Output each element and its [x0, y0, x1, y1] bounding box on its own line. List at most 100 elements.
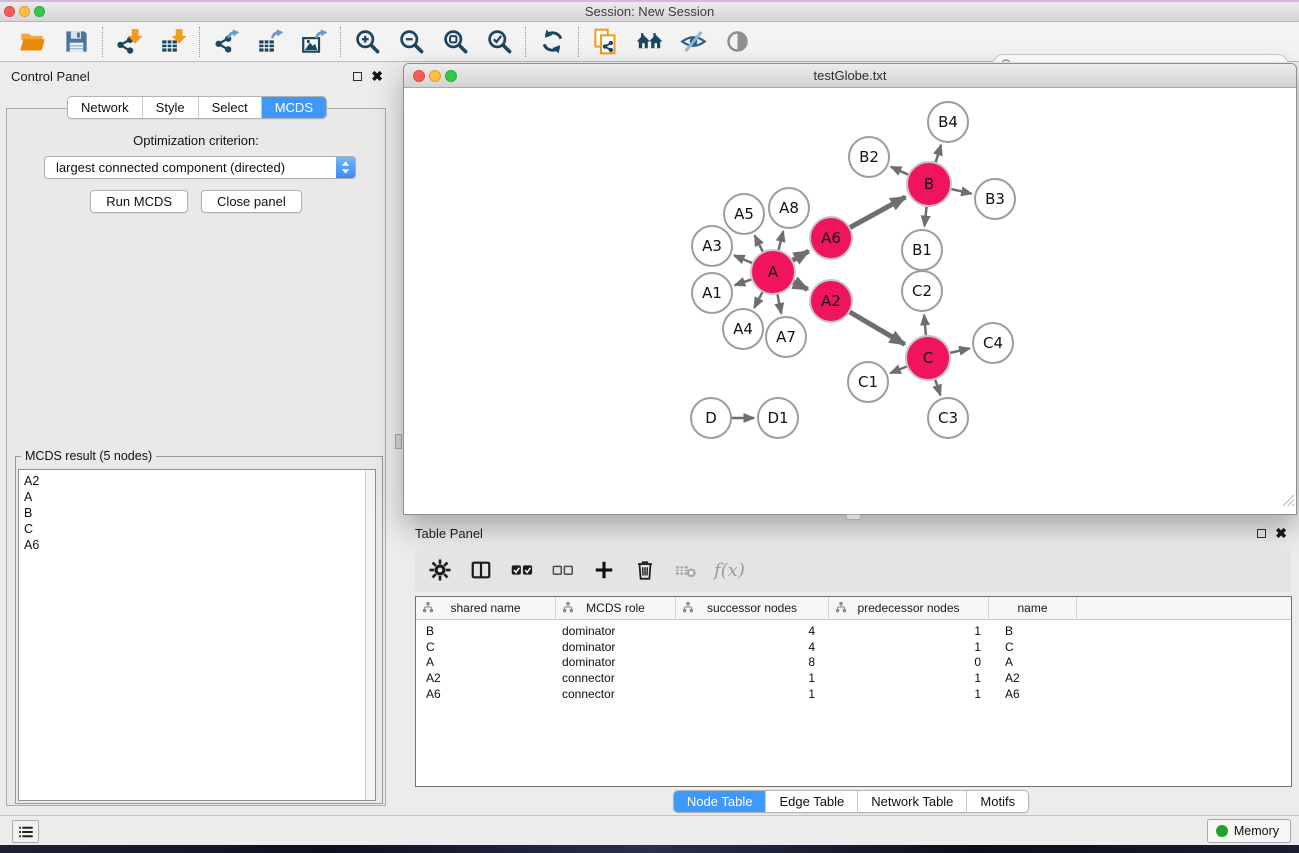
table-cell: 1: [829, 624, 989, 638]
zoom-fit-button[interactable]: [438, 26, 472, 58]
column-header-shared-name[interactable]: shared name: [416, 597, 556, 619]
import-table-button[interactable]: [156, 26, 190, 58]
graph-node-D[interactable]: D: [691, 398, 731, 438]
optimization-criterion-select[interactable]: largest connected component (directed): [44, 156, 356, 179]
graph-node-B2[interactable]: B2: [849, 137, 889, 177]
graph-node-C3[interactable]: C3: [928, 398, 968, 438]
table-row[interactable]: A2connector11A2: [416, 670, 1291, 686]
table-cell: dominator: [556, 655, 676, 669]
delete-column-button[interactable]: [632, 557, 658, 583]
export-image-button[interactable]: [297, 26, 331, 58]
graph-node-A2[interactable]: A2: [810, 280, 852, 322]
open-session-button[interactable]: [15, 26, 49, 58]
vertical-splitter-handle[interactable]: [395, 434, 402, 449]
tab-edge-table[interactable]: Edge Table: [765, 791, 857, 812]
graph-node-A[interactable]: A: [751, 250, 795, 294]
graph-node-C2[interactable]: C2: [902, 271, 942, 311]
import-network-button[interactable]: [112, 26, 146, 58]
run-mcds-button[interactable]: Run MCDS: [90, 190, 188, 213]
mcds-result-item: A: [24, 489, 370, 505]
tab-motifs[interactable]: Motifs: [966, 791, 1028, 812]
table-cell: 1: [676, 687, 829, 701]
hide-panels-button[interactable]: [676, 26, 710, 58]
zoom-out-button[interactable]: [394, 26, 428, 58]
graph-node-A7[interactable]: A7: [766, 317, 806, 357]
select-all-columns-button[interactable]: [509, 557, 535, 583]
mcds-result-item: A6: [24, 537, 370, 553]
table-cell: C: [416, 640, 556, 654]
svg-text:A2: A2: [821, 292, 841, 310]
svg-text:A4: A4: [733, 320, 753, 338]
show-panels-button[interactable]: [720, 26, 754, 58]
export-network-icon: [213, 28, 240, 55]
task-history-button[interactable]: [12, 820, 39, 843]
table-cell: A6: [989, 687, 1077, 701]
create-column-button[interactable]: [591, 557, 617, 583]
table-row[interactable]: Bdominator41B: [416, 623, 1291, 639]
table-cell: A2: [989, 671, 1077, 685]
close-panel-button[interactable]: Close panel: [201, 190, 302, 213]
save-session-button[interactable]: [59, 26, 93, 58]
tab-select[interactable]: Select: [198, 97, 261, 118]
window-resize-grip[interactable]: [1282, 494, 1295, 512]
function-builder-button[interactable]: f(x): [714, 560, 745, 581]
home-button[interactable]: [632, 26, 666, 58]
table-panel: Table Panel ✖ f(x) shared nameMCDS roles…: [403, 520, 1299, 815]
svg-text:B4: B4: [938, 113, 958, 131]
graph-node-D1[interactable]: D1: [758, 398, 798, 438]
table-panel-float-icon[interactable]: [1257, 529, 1266, 538]
refresh-layout-button[interactable]: [535, 26, 569, 58]
graph-node-A1[interactable]: A1: [692, 273, 732, 313]
memory-button[interactable]: Memory: [1207, 819, 1291, 843]
zoom-selected-button[interactable]: [482, 26, 516, 58]
optimization-criterion-label: Optimization criterion:: [7, 133, 385, 148]
tab-node-table[interactable]: Node Table: [674, 791, 766, 812]
table-cell: B: [989, 624, 1077, 638]
graph-node-B[interactable]: B: [907, 162, 951, 206]
graph-node-A3[interactable]: A3: [692, 226, 732, 266]
table-row[interactable]: A6connector11A6: [416, 686, 1291, 702]
graph-node-C4[interactable]: C4: [973, 323, 1013, 363]
table-panel-close-icon[interactable]: ✖: [1275, 526, 1287, 540]
graph-node-B4[interactable]: B4: [928, 102, 968, 142]
clone-network-button[interactable]: [588, 26, 622, 58]
tab-network[interactable]: Network: [68, 97, 142, 118]
table-row[interactable]: Cdominator41C: [416, 639, 1291, 655]
graph-node-B3[interactable]: B3: [975, 179, 1015, 219]
zoom-in-button[interactable]: [350, 26, 384, 58]
export-network-button[interactable]: [209, 26, 243, 58]
show-columns-button[interactable]: [468, 557, 494, 583]
column-header-predecessor-nodes[interactable]: predecessor nodes: [829, 597, 989, 619]
deselect-all-columns-button[interactable]: [550, 557, 576, 583]
memory-label: Memory: [1234, 824, 1279, 838]
control-panel-float-icon[interactable]: [353, 72, 362, 81]
result-list-scrollbar[interactable]: [365, 470, 375, 800]
column-header-MCDS-role[interactable]: MCDS role: [556, 597, 676, 619]
export-image-icon: [301, 28, 328, 55]
tab-mcds[interactable]: MCDS: [261, 97, 326, 118]
svg-text:C3: C3: [938, 409, 958, 427]
graph-node-C[interactable]: C: [906, 336, 950, 380]
table-row[interactable]: Adominator80A: [416, 654, 1291, 670]
table-settings-button[interactable]: [427, 557, 453, 583]
graph-node-C1[interactable]: C1: [848, 362, 888, 402]
control-panel-header: Control Panel ✖: [0, 62, 394, 90]
control-panel-close-icon[interactable]: ✖: [371, 69, 383, 83]
network-canvas[interactable]: A A1 A2 A3 A4 A5 A6 A7 A8 B B1 B2 B3 B4 C C1 C2 C3 C4 D D1: [404, 88, 1296, 513]
graph-node-B1[interactable]: B1: [902, 230, 942, 270]
delete-table-button[interactable]: [673, 557, 699, 583]
import-table-icon: [160, 28, 187, 55]
select-stepper-icon: [336, 157, 355, 178]
column-header-successor-nodes[interactable]: successor nodes: [676, 597, 829, 619]
graph-node-A6[interactable]: A6: [810, 217, 852, 259]
table-cell: A: [416, 655, 556, 669]
tab-network-table[interactable]: Network Table: [857, 791, 966, 812]
control-panel: Control Panel ✖ NetworkStyleSelectMCDS O…: [0, 62, 394, 815]
mcds-result-title: MCDS result (5 nodes): [21, 449, 156, 463]
graph-node-A4[interactable]: A4: [723, 309, 763, 349]
column-header-name[interactable]: name: [989, 597, 1077, 619]
graph-node-A8[interactable]: A8: [769, 188, 809, 228]
graph-node-A5[interactable]: A5: [724, 194, 764, 234]
tab-style[interactable]: Style: [142, 97, 198, 118]
export-table-button[interactable]: [253, 26, 287, 58]
